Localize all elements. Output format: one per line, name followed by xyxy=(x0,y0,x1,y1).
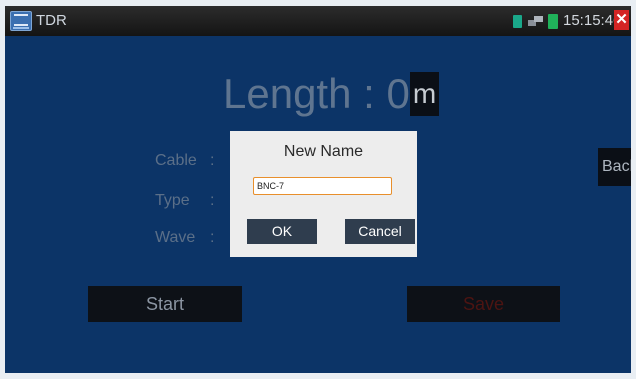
back-button[interactable]: Back xyxy=(598,148,631,186)
app-icon xyxy=(10,11,32,31)
network-icon xyxy=(528,16,543,26)
tdr-screen: TDR 15:15:46 ✕ Length : 0m Cable : Type … xyxy=(5,6,631,373)
length-value: Length : 0 xyxy=(223,70,410,117)
title-bar: TDR 15:15:46 ✕ xyxy=(5,6,631,36)
save-button[interactable]: Save xyxy=(407,286,560,322)
wave-label: Wave xyxy=(155,229,196,246)
name-input[interactable] xyxy=(253,177,392,195)
status-clock: 15:15:46 xyxy=(563,12,622,29)
ok-button[interactable]: OK xyxy=(247,219,317,244)
type-label: Type xyxy=(155,192,190,209)
dialog-title: New Name xyxy=(283,143,364,160)
type-colon: : xyxy=(210,192,215,209)
length-unit: m xyxy=(409,72,440,116)
wave-colon: : xyxy=(210,229,215,246)
cable-label: Cable xyxy=(155,152,197,169)
app-title: TDR xyxy=(36,12,67,29)
battery-icon xyxy=(548,14,558,29)
new-name-dialog: New Name OK Cancel xyxy=(230,131,417,257)
close-icon[interactable]: ✕ xyxy=(614,10,629,30)
cancel-button[interactable]: Cancel xyxy=(345,219,415,244)
length-readout: Length : 0m xyxy=(223,68,440,120)
sd-card-icon xyxy=(513,15,522,28)
start-button[interactable]: Start xyxy=(88,286,242,322)
cable-colon: : xyxy=(210,152,215,169)
